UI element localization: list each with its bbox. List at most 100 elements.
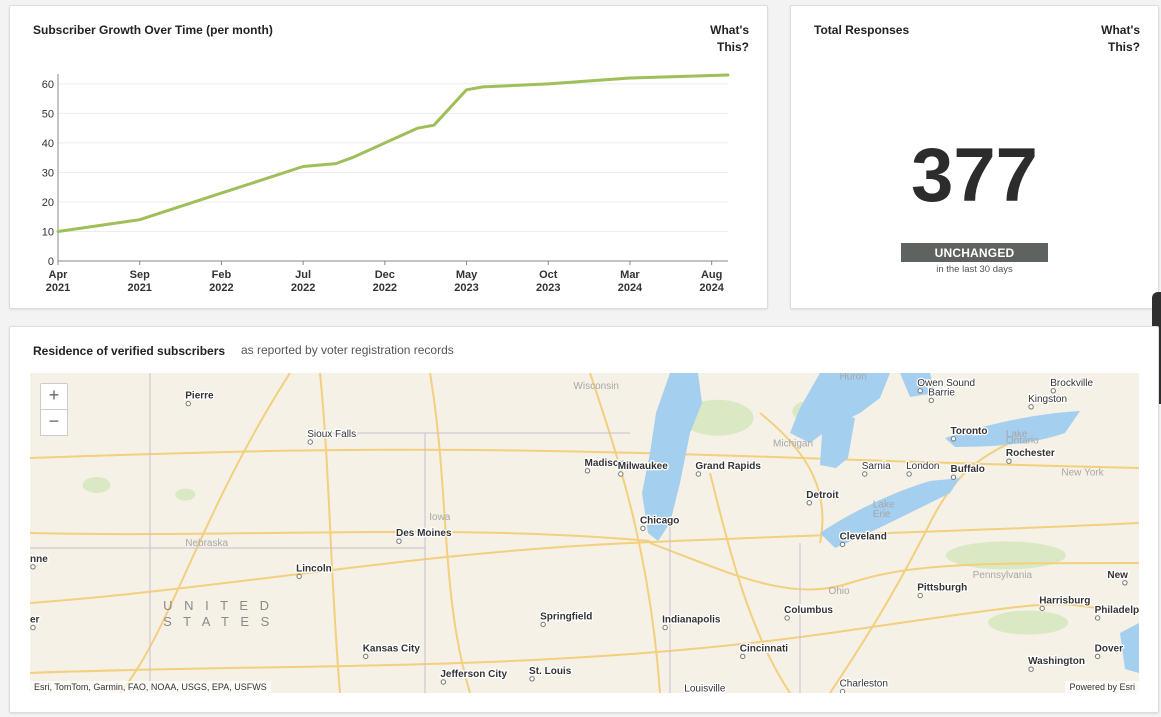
total-responses-value: 377	[911, 133, 1038, 218]
region-label: Erie	[873, 509, 891, 520]
city-label: Rochester	[1006, 448, 1055, 459]
city-label: Brockville	[1050, 378, 1093, 389]
country-label: S T A T E S	[163, 614, 273, 629]
status-badge: UNCHANGED	[901, 243, 1048, 262]
city-label: Charleston	[840, 679, 888, 690]
city-label: Kingston	[1028, 394, 1067, 405]
powered-by-esri: Powered by Esri	[1065, 681, 1139, 693]
park-area	[82, 477, 111, 493]
city-label: Springfield	[540, 611, 592, 622]
subscriber-growth-card: Subscriber Growth Over Time (per month) …	[9, 5, 768, 309]
city-label: Kansas City	[363, 643, 421, 654]
status-subtext: in the last 30 days	[936, 264, 1013, 275]
city-dot	[307, 439, 313, 445]
city-label: New	[1107, 570, 1128, 581]
city-label: Grand Rapids	[695, 461, 761, 472]
city-dot	[30, 624, 36, 631]
city-dot	[363, 653, 369, 660]
city-label: Harrisburg	[1039, 595, 1090, 606]
x-tick-label: Aug	[701, 269, 722, 281]
city-dot	[917, 592, 923, 599]
city-dot	[529, 676, 535, 682]
city-label: Columbus	[784, 605, 833, 616]
city-dot	[1094, 653, 1101, 660]
map-title: Residence of verified subscribers	[33, 344, 226, 358]
city-dot	[928, 397, 934, 404]
city-label: Milwaukee	[618, 461, 668, 472]
x-tick-label: Jul	[295, 269, 311, 281]
y-tick-label: 60	[42, 79, 54, 91]
x-tick-label: 2023	[454, 282, 478, 294]
city-dot	[540, 621, 546, 628]
park-area	[175, 488, 196, 501]
city-dot	[1094, 615, 1101, 621]
city-label: Chicago	[640, 515, 679, 526]
city-label: London	[906, 461, 939, 472]
subscriber-map-card: Residence of verified subscribers as rep…	[9, 326, 1159, 713]
x-tick-label: Dec	[375, 269, 395, 281]
map-view[interactable]: Pierre Sioux Falls Wisconsin Madison Milwauk…	[30, 373, 1139, 693]
x-tick-label: 2021	[127, 282, 151, 294]
map-attribution: Esri, TomTom, Garmin, FAO, NOAA, USGS, E…	[30, 681, 271, 693]
region-label: Pennsylvania	[973, 570, 1033, 581]
city-dot	[440, 679, 447, 685]
city-dot	[1050, 388, 1056, 394]
x-tick-label: 2022	[373, 282, 397, 294]
city-dot	[950, 474, 957, 480]
city-label: Toronto	[950, 426, 987, 437]
city-label: Barrie	[928, 387, 955, 398]
city-label: Des Moines	[396, 528, 452, 539]
country-label: U N I T E D	[163, 598, 273, 613]
series-line	[56, 73, 730, 233]
region-label: Iowa	[429, 512, 451, 523]
y-tick-label: 40	[42, 138, 54, 150]
city-dot	[784, 615, 790, 621]
x-tick-label: 2024	[699, 282, 724, 294]
city-dot	[906, 471, 912, 477]
city-dot	[584, 468, 591, 474]
x-tick-label: Mar	[620, 269, 640, 281]
city-label: Pierre	[185, 391, 214, 402]
x-tick-label: Feb	[212, 269, 232, 281]
city-dot	[1122, 580, 1128, 586]
x-tick-label: 2022	[209, 282, 233, 294]
city-label: Louisville	[684, 683, 726, 693]
responses-whats-this-link[interactable]: What's This?	[1101, 22, 1140, 56]
city-label: Washington	[1028, 656, 1085, 667]
growth-line-chart: 0102030405060Apr2021Sep2021Feb2022Jul202…	[42, 73, 730, 294]
city-dot	[839, 688, 846, 693]
basemap: PierreSioux FallsWisconsinMadisonMilwauk…	[30, 373, 1139, 693]
x-tick-label: Oct	[539, 269, 558, 281]
city-label: Sioux Falls	[307, 429, 356, 440]
region-label: Nebraska	[185, 538, 228, 549]
zoom-out-button[interactable]: −	[40, 409, 68, 436]
zoom-in-button[interactable]: +	[40, 383, 68, 410]
city-label: Philadelphia	[1095, 605, 1139, 616]
x-tick-label: 2021	[46, 282, 70, 294]
city-dot	[839, 541, 846, 548]
x-tick-label: Apr	[49, 269, 69, 281]
whats-this-line-2: This?	[1108, 40, 1140, 54]
city-dot	[950, 436, 957, 442]
city-label: Lincoln	[296, 563, 332, 574]
city-label: Detroit	[806, 490, 839, 501]
region-label: Ohio	[828, 586, 850, 597]
x-tick-label: 2024	[618, 282, 643, 294]
city-label: Dover	[1095, 643, 1123, 654]
city-dot	[1006, 458, 1012, 464]
city-label: Sarnia	[862, 461, 891, 472]
y-tick-label: 50	[42, 108, 54, 120]
city-dot	[806, 500, 812, 506]
city-dot	[1039, 605, 1045, 612]
region-label: Wisconsin	[573, 381, 619, 392]
city-label: Pittsburgh	[917, 583, 967, 594]
city-dot	[618, 471, 624, 477]
total-responses-card: Total Responses What's This? 377 UNCHANG…	[790, 5, 1159, 309]
map-subtitle: as reported by voter registration record…	[241, 343, 454, 357]
city-label: Jefferson City	[440, 669, 507, 680]
city-label: nne	[30, 554, 48, 565]
city-label: Cleveland	[840, 531, 887, 542]
city-dot	[30, 564, 36, 570]
city-dot	[862, 471, 868, 477]
region-label: Ontario	[1006, 435, 1039, 446]
